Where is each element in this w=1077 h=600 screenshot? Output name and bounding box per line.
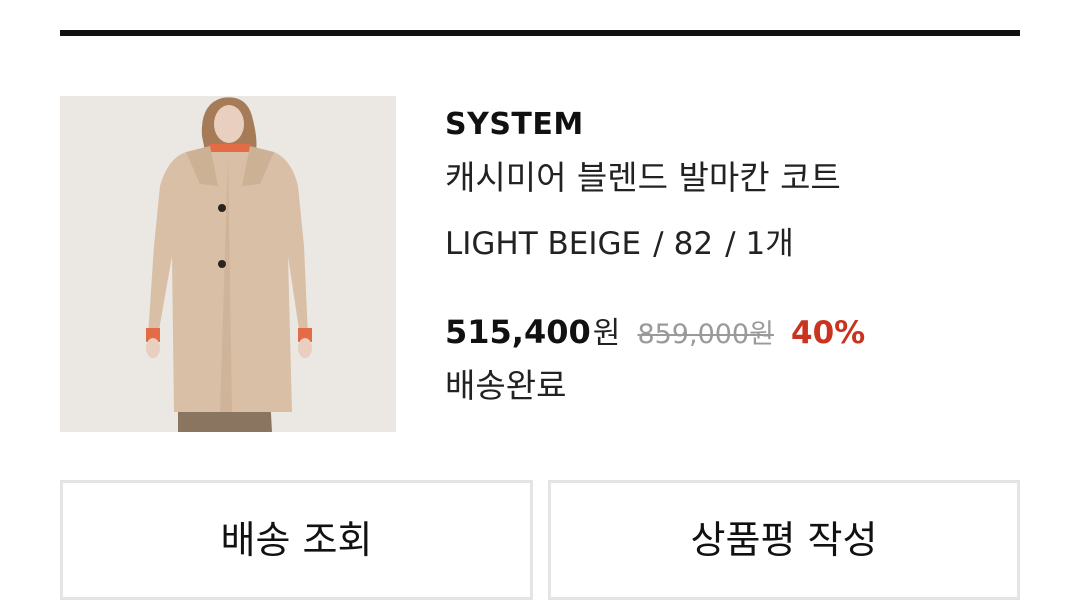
brand-name[interactable]: SYSTEM [445,104,1005,146]
track-delivery-button[interactable]: 배송 조회 [60,480,533,600]
original-price-unit: 원 [749,319,774,350]
option-quantity: 1개 [745,226,794,262]
order-item-info: SYSTEM 캐시미어 블렌드 발마칸 코트 LIGHT BEIGE/82/1개… [445,104,1005,408]
original-price-amount: 859,000 [637,319,750,350]
option-separator: / [725,226,736,262]
price-row: 515,400원 859,000원 40% [445,310,1005,354]
option-color: LIGHT BEIGE [445,226,642,262]
coat-product-photo-icon [60,96,396,432]
write-review-button[interactable]: 상품평 작성 [548,480,1020,600]
product-options: LIGHT BEIGE/82/1개 [445,222,1005,266]
discount-rate: 40% [791,315,866,351]
write-review-label: 상품평 작성 [690,518,878,562]
track-delivery-label: 배송 조회 [220,518,373,562]
sale-price: 515,400 [445,313,591,351]
original-price: 859,000원 [637,319,774,350]
sale-price-unit: 원 [592,316,621,351]
product-image[interactable] [60,96,396,432]
delivery-status: 배송완료 [445,366,567,405]
product-name[interactable]: 캐시미어 블렌드 발마칸 코트 [445,156,1005,200]
option-size: 82 [673,226,714,262]
section-divider [60,30,1020,36]
option-separator: / [653,226,664,262]
